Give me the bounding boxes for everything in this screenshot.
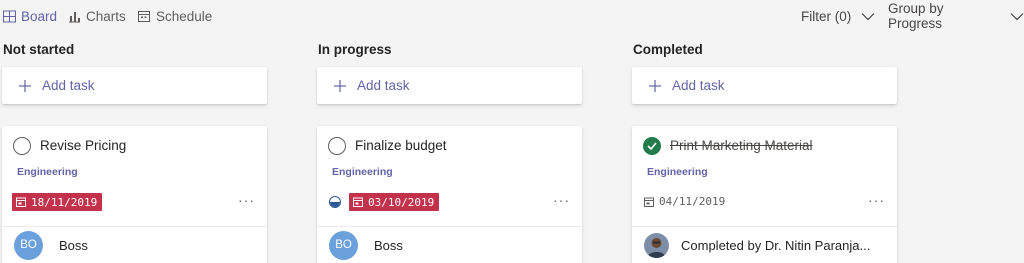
progress-in-progress-icon — [329, 196, 341, 208]
assignee-name: Boss — [59, 237, 88, 253]
avatar — [644, 232, 669, 258]
more-options-icon[interactable]: ··· — [238, 192, 255, 208]
column-title-not-started: Not started — [3, 42, 75, 57]
add-task-label: Add task — [357, 78, 410, 93]
task-title: Finalize budget — [355, 138, 447, 153]
chevron-down-icon — [1010, 12, 1024, 21]
calendar-icon — [16, 197, 26, 207]
filter-button[interactable]: Filter (0) — [801, 7, 875, 25]
task-label: Engineering — [332, 166, 393, 178]
more-options-icon[interactable]: ··· — [553, 192, 570, 208]
tab-charts[interactable]: Charts — [68, 7, 126, 25]
task-title: Print Marketing Material — [670, 138, 813, 153]
due-date: 04/11/2019 — [659, 195, 726, 208]
board-icon — [3, 10, 16, 23]
column-title-completed: Completed — [633, 42, 703, 57]
tab-board[interactable]: Board — [3, 7, 57, 25]
plus-icon — [19, 79, 31, 92]
add-task-button[interactable]: Add task — [632, 67, 897, 104]
task-title: Revise Pricing — [40, 138, 127, 153]
task-card[interactable]: Print Marketing Material Engineering 04/… — [632, 126, 897, 263]
tab-schedule-label: Schedule — [156, 8, 213, 24]
chevron-down-icon — [861, 12, 875, 21]
charts-icon — [68, 10, 81, 23]
assignee: Completed by Dr. Nitin Paranja... — [644, 230, 870, 260]
due-date-badge: 18/11/2019 — [12, 193, 103, 211]
task-label: Engineering — [17, 166, 78, 178]
add-task-label: Add task — [672, 78, 725, 93]
add-task-label: Add task — [42, 78, 95, 93]
assignee-name: Boss — [374, 237, 403, 253]
task-card[interactable]: Finalize budget Engineering 03/10/2019 ·… — [317, 126, 582, 263]
task-card[interactable]: Revise Pricing Engineering 18/11/2019 ··… — [2, 126, 267, 263]
schedule-icon — [138, 10, 151, 23]
assignee-name: Completed by Dr. Nitin Paranja... — [681, 237, 871, 253]
toolbar: Board Charts Schedule Filter (0) Group b… — [0, 0, 1024, 32]
divider — [2, 226, 267, 227]
plus-icon — [649, 79, 661, 92]
completed-check-icon[interactable] — [643, 137, 661, 155]
group-by-label: Group by Progress — [888, 1, 944, 31]
due-date-badge: 03/10/2019 — [349, 193, 440, 211]
tab-schedule[interactable]: Schedule — [138, 7, 212, 25]
tab-board-label: Board — [21, 8, 58, 24]
filter-label: Filter (0) — [801, 8, 852, 24]
divider — [317, 226, 582, 227]
divider — [632, 226, 897, 227]
task-label: Engineering — [647, 166, 708, 178]
progress-fill — [330, 202, 340, 207]
calendar-icon — [644, 197, 654, 207]
due-date-badge: 04/11/2019 — [644, 195, 725, 208]
tab-charts-label: Charts — [86, 8, 126, 24]
add-task-button[interactable]: Add task — [2, 67, 267, 104]
column-title-in-progress: In progress — [318, 42, 392, 57]
assignee: BO Boss — [329, 230, 403, 260]
complete-task-checkbox[interactable] — [13, 137, 31, 155]
assignee: BO Boss — [14, 230, 88, 260]
calendar-icon — [353, 197, 363, 207]
due-date: 03/10/2019 — [368, 195, 435, 209]
avatar: BO — [329, 230, 358, 260]
more-options-icon[interactable]: ··· — [868, 192, 885, 208]
group-by-button[interactable]: Group by Progress — [888, 1, 1024, 31]
add-task-button[interactable]: Add task — [317, 67, 582, 104]
plus-icon — [334, 79, 346, 92]
due-date: 18/11/2019 — [31, 195, 98, 209]
complete-task-checkbox[interactable] — [328, 137, 346, 155]
avatar: BO — [14, 230, 43, 260]
